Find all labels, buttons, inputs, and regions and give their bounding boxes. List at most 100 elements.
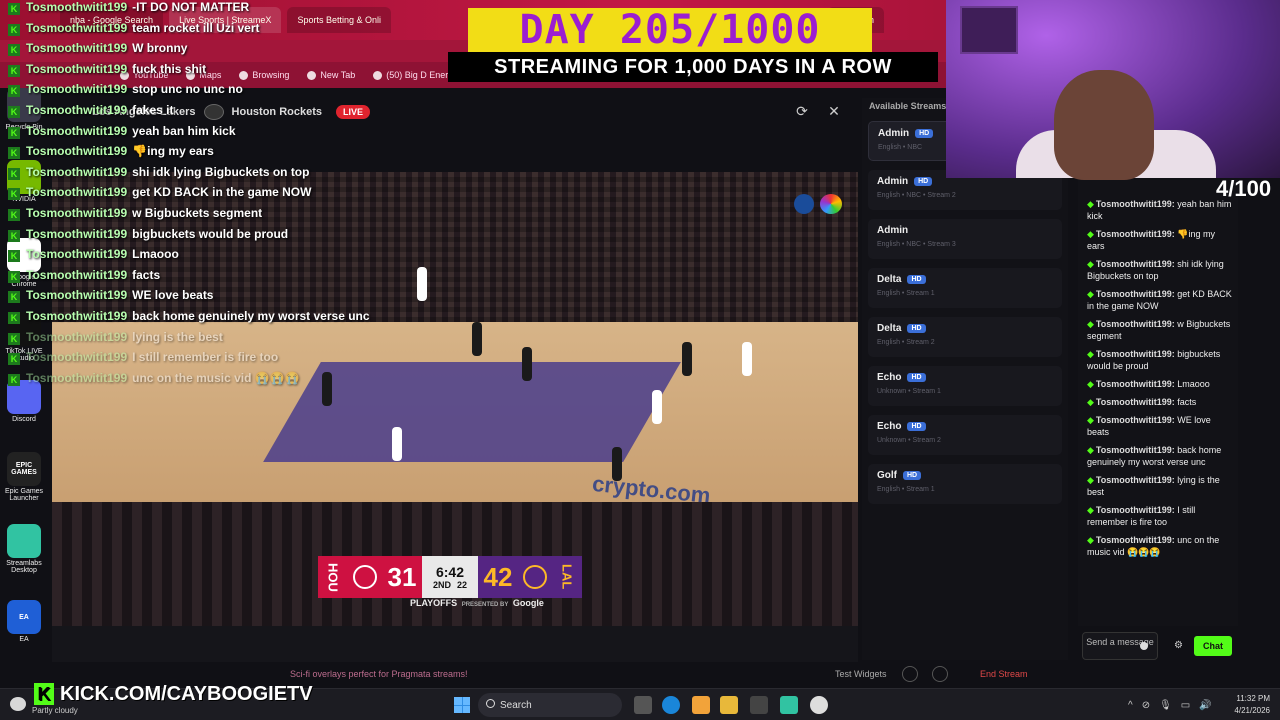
kick-badge-icon: ◆ xyxy=(1087,535,1094,545)
kick-badge-icon: ◆ xyxy=(1087,379,1094,389)
kick-badge-icon: ◆ xyxy=(1087,415,1094,425)
taskbar-search[interactable]: Search xyxy=(478,693,622,717)
desktop-icon[interactable]: EA EA xyxy=(4,600,44,643)
chat-message: ◆ Tosmoothwitit199: I still remember is f… xyxy=(1078,504,1238,528)
chat-message: ◆ Tosmoothwitit199: bigbuckets would be p… xyxy=(1078,348,1238,372)
video-player-figure xyxy=(472,322,482,356)
stream-name: Admin xyxy=(878,128,910,139)
overlay-chat-line: Tosmoothwitit199 get KD BACK in the game … xyxy=(26,185,311,203)
chat-message: ◆ Tosmoothwitit199: get KD BACK in the ga… xyxy=(1078,288,1238,312)
kick-badge-icon: K xyxy=(8,147,20,160)
kick-badge-icon: K xyxy=(8,44,20,57)
overlay-chat-username: Tosmoothwitit199 xyxy=(26,288,128,303)
kick-badge-icon: K xyxy=(8,64,20,77)
day-subtitle: STREAMING FOR 1,000 DAYS IN A ROW xyxy=(448,52,938,82)
test-widgets-button[interactable]: Test Widgets xyxy=(835,669,887,679)
game-period: 2ND xyxy=(432,580,451,590)
kick-url-banner: K KICK.COM/CAYBOOGIETV xyxy=(34,682,313,706)
chat-message: ◆ Tosmoothwitit199: Lmaooo xyxy=(1078,378,1238,390)
chat-send-button[interactable]: Chat xyxy=(1194,636,1232,656)
kick-badge-icon: K xyxy=(8,373,20,386)
stream-subtitle: English • NBC • Stream 3 xyxy=(877,241,956,248)
stream-name: Golf xyxy=(877,470,897,481)
sponsor-prefix: PRESENTED BY xyxy=(461,602,509,608)
kick-badge-icon: ◆ xyxy=(1087,349,1094,359)
kick-badge-icon: ◆ xyxy=(1087,199,1094,209)
overlay-chat-text: yeah ban him kick xyxy=(132,123,236,138)
promo-text[interactable]: Sci-fi overlays perfect for Pragmata str… xyxy=(290,669,468,679)
kick-badge-icon: K xyxy=(8,167,20,180)
overlay-chat-text: I still remember is fire too xyxy=(132,350,279,365)
end-stream-button[interactable]: End Stream xyxy=(980,669,1028,679)
kick-badge-icon: K xyxy=(8,291,20,304)
away-team-abbr: HOU xyxy=(318,556,348,598)
stream-option[interactable]: Echo HD Unknown • Stream 1 xyxy=(868,366,1062,406)
history-icon[interactable] xyxy=(932,666,948,682)
chat-panel: ◆ Tosmoothwitit199: yeah ban him kick ◆ Tos… xyxy=(1078,180,1238,626)
stream-option[interactable]: Delta HD English • Stream 1 xyxy=(868,268,1062,308)
stream-subtitle: English • NBC • Stream 2 xyxy=(877,192,956,199)
weather-text[interactable]: Partly cloudy xyxy=(32,706,78,715)
overlay-chat-line: Tosmoothwitit199 facts xyxy=(26,268,160,286)
stream-option[interactable]: Admin English • NBC • Stream 3 xyxy=(868,219,1062,259)
stream-name-row: Echo HD xyxy=(877,421,1053,432)
overlay-chat-text: fuck this shit xyxy=(132,61,207,76)
clock-date: 4/21/2026 xyxy=(1234,706,1270,715)
chat-message: ◆ Tosmoothwitit199: lying is the best xyxy=(1078,474,1238,498)
stream-name-row: Delta HD xyxy=(877,274,1053,285)
desktop-icon-label: EA xyxy=(19,636,29,643)
stream-name: Echo xyxy=(877,421,902,432)
desktop-icon-label: Streamlabs Desktop xyxy=(6,560,42,574)
stream-option[interactable]: Golf HD English • Stream 1 xyxy=(868,464,1062,504)
overlay-chat-username: Tosmoothwitit199 xyxy=(26,370,128,385)
kick-badge-icon: K xyxy=(8,23,20,36)
copilot-icon[interactable] xyxy=(692,696,710,714)
stream-subtitle: English • Stream 1 xyxy=(877,290,935,297)
nbc-logo-icon xyxy=(820,194,842,214)
store-icon[interactable] xyxy=(750,696,768,714)
kick-badge-icon: K xyxy=(8,332,20,345)
record-icon[interactable] xyxy=(902,666,918,682)
stream-name: Admin xyxy=(877,176,909,187)
overlay-chat-text: -IT DO NOT MATTER xyxy=(132,0,250,14)
lakers-logo-icon xyxy=(518,556,552,598)
streamlabs-taskbar-icon[interactable] xyxy=(780,696,798,714)
player-controls-area xyxy=(52,626,858,662)
system-tray-icons[interactable]: ^⊘🎙▭🔊 xyxy=(1128,700,1221,711)
hd-badge: HD xyxy=(907,275,926,284)
emoji-icon[interactable] xyxy=(1140,642,1148,650)
refresh-icon[interactable]: ⟳ xyxy=(794,103,810,119)
clock[interactable]: 11:32 PM 4/21/2026 xyxy=(1234,693,1270,717)
task-view-icon[interactable] xyxy=(634,696,652,714)
chat-username: Tosmoothwitit199: xyxy=(1095,289,1175,299)
close-icon[interactable]: ✕ xyxy=(826,103,842,119)
overlay-chat-text: get KD BACK in the game NOW xyxy=(132,185,312,200)
desktop-icon[interactable]: EPIC GAMES Epic Games Launcher xyxy=(4,452,44,502)
chat-username: Tosmoothwitit199: xyxy=(1095,259,1175,269)
gear-icon[interactable]: ⚙ xyxy=(1174,640,1183,651)
stream-name: Delta xyxy=(877,323,902,334)
chat-text: facts xyxy=(1177,397,1197,407)
overlay-chat-text: lying is the best xyxy=(132,329,223,344)
kick-badge-icon: K xyxy=(8,209,20,221)
weather-icon[interactable] xyxy=(10,697,26,711)
chat-username: Tosmoothwitit199: xyxy=(1095,397,1175,407)
overlay-chat-username: Tosmoothwitit199 xyxy=(26,123,128,138)
bookmark-icon xyxy=(373,70,383,80)
sponsor-label: Google xyxy=(512,598,544,608)
chrome-taskbar-icon[interactable] xyxy=(810,696,828,714)
kick-badge-icon: K xyxy=(8,3,20,15)
overlay-chat-line: Tosmoothwitit199 -IT DO NOT MATTER xyxy=(26,0,249,18)
desktop-icon[interactable]: Streamlabs Desktop xyxy=(4,524,44,574)
stream-option[interactable]: Echo HD Unknown • Stream 2 xyxy=(868,415,1062,455)
video-player-figure xyxy=(522,347,532,381)
edge-icon[interactable] xyxy=(662,696,680,714)
game-clock-box: 6:42 2ND 22 xyxy=(422,556,478,598)
game-clock: 6:42 xyxy=(435,564,465,580)
chat-message: ◆ Tosmoothwitit199: unc on the music vid … xyxy=(1078,534,1238,558)
windows-start-icon[interactable] xyxy=(454,697,470,713)
taskbar-search-label: Search xyxy=(500,699,532,711)
desktop-app-icon xyxy=(7,524,41,558)
file-explorer-icon[interactable] xyxy=(720,696,738,714)
stream-option[interactable]: Delta HD English • Stream 2 xyxy=(868,317,1062,357)
